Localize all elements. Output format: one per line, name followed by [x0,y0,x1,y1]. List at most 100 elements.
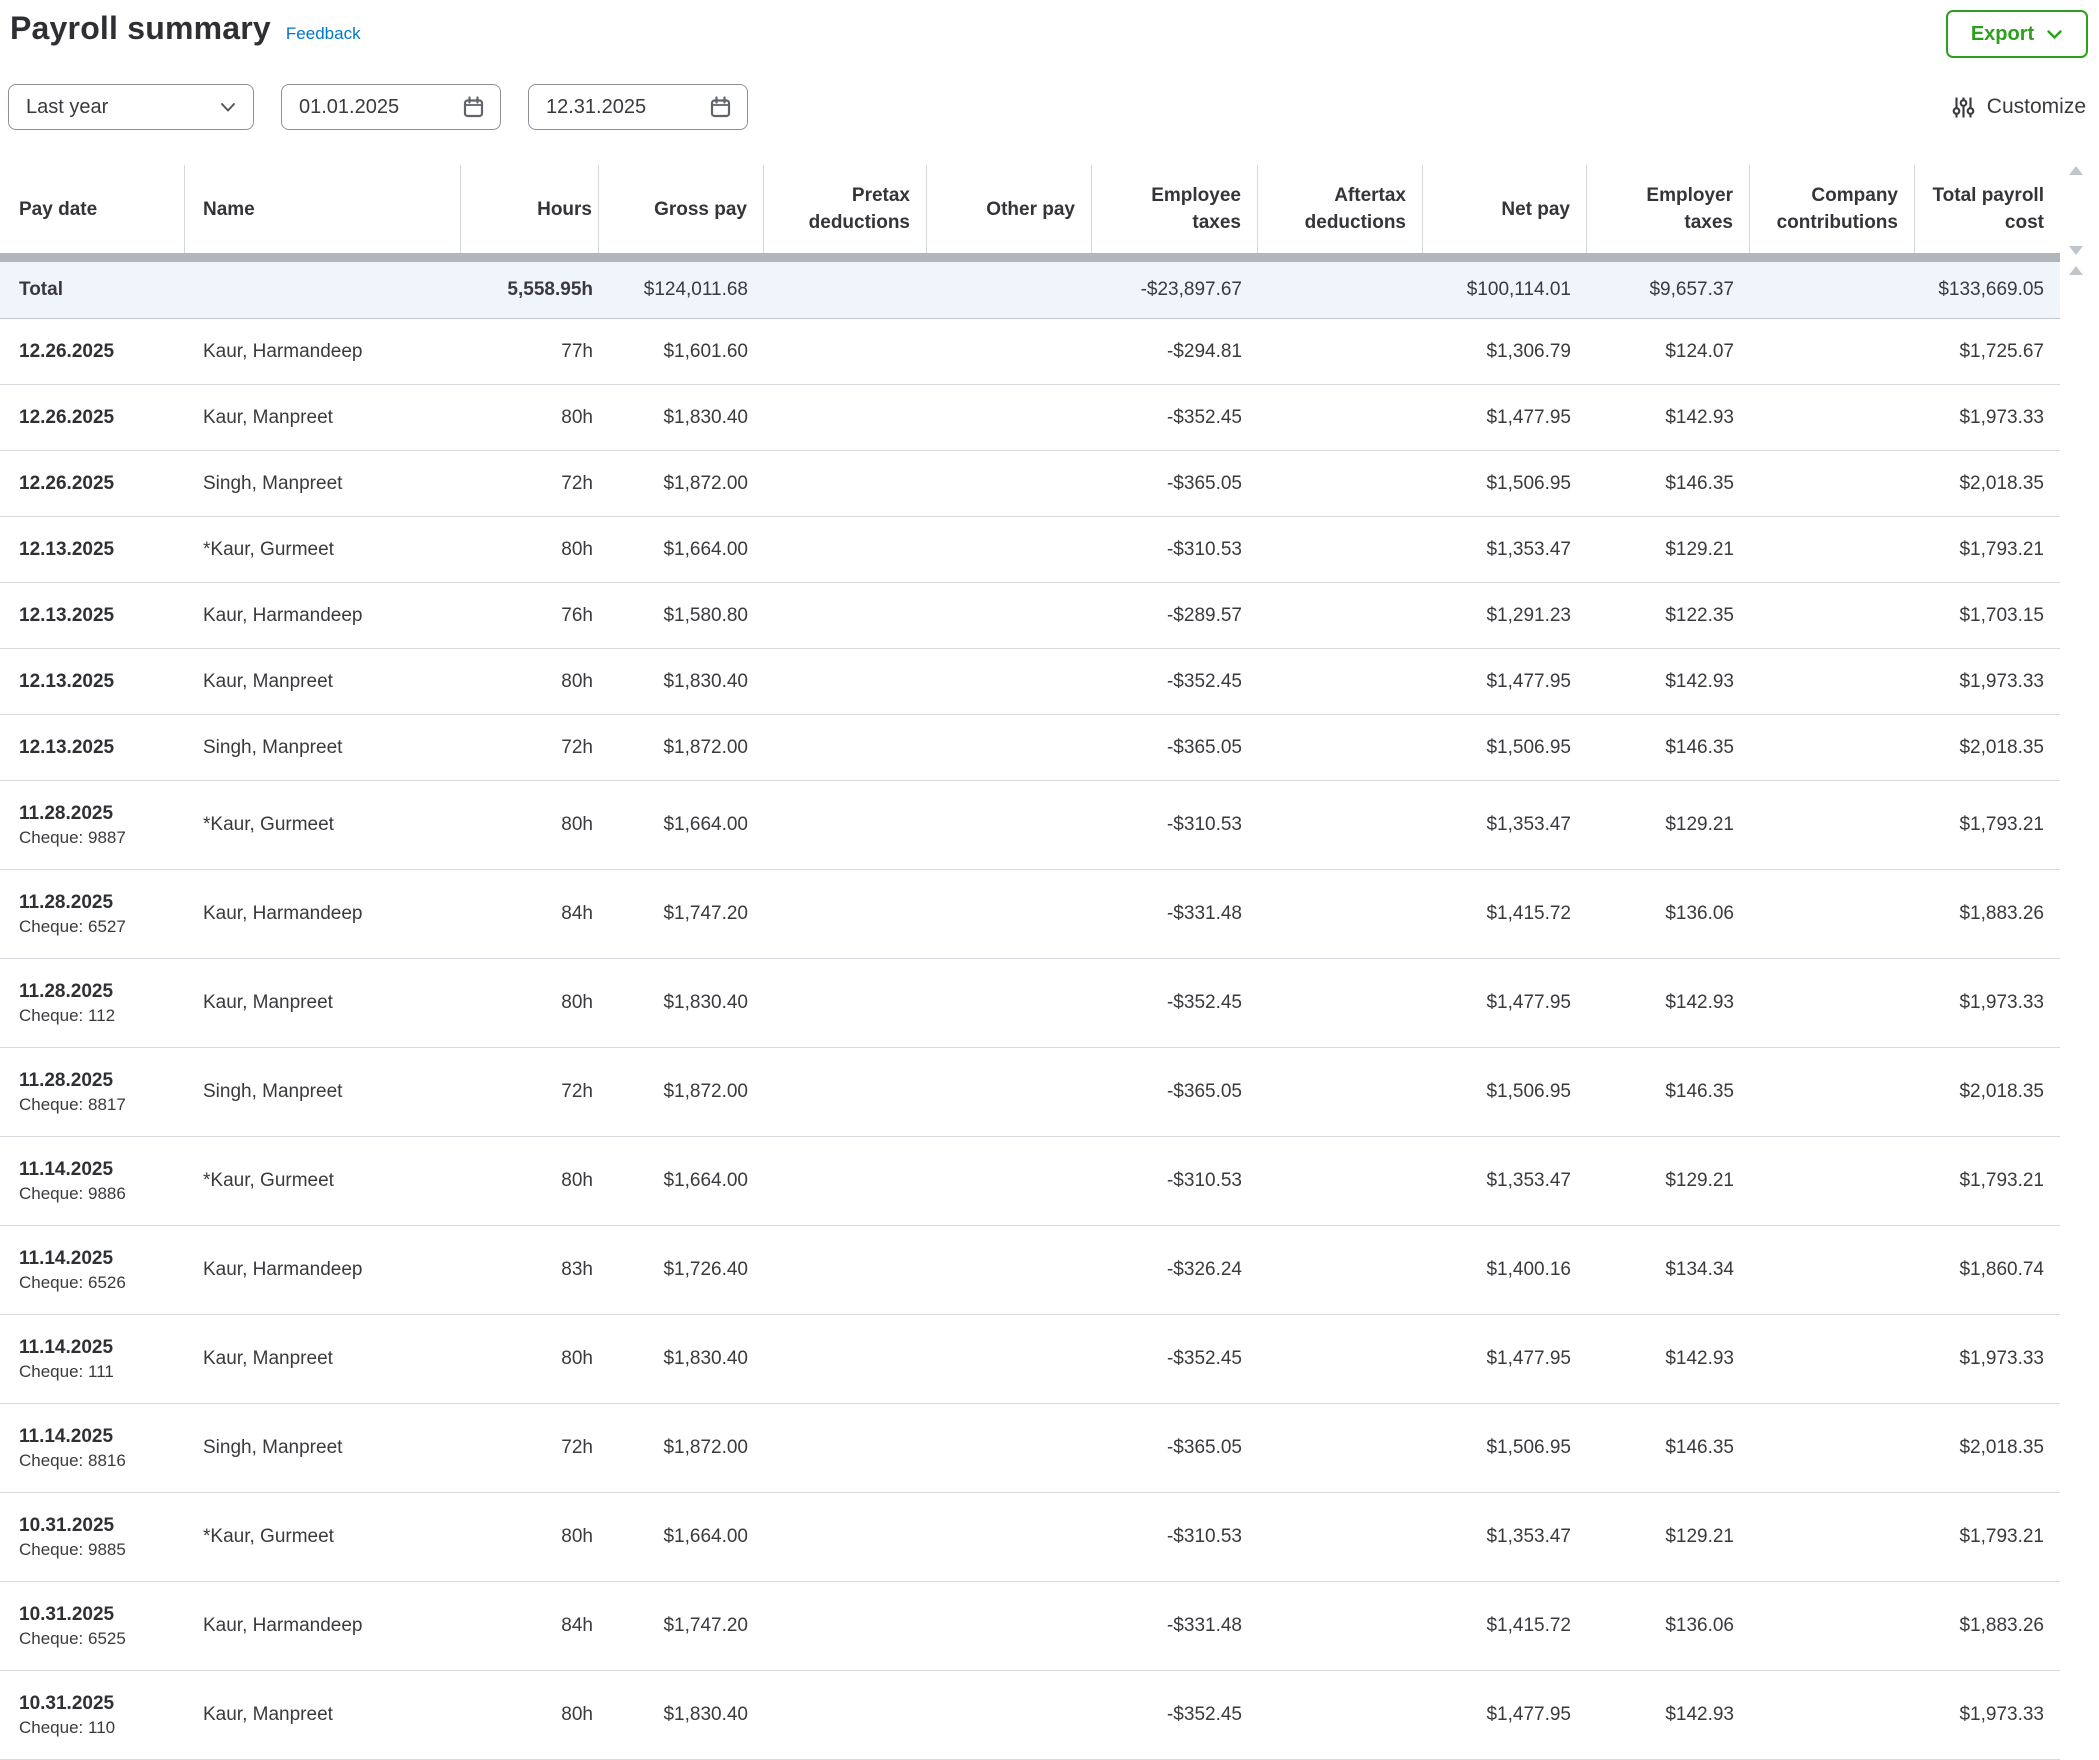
pay-date-value: 11.28.2025 [19,892,185,914]
cell-gross_pay: $1,664.00 [599,539,764,561]
cell-gross_pay: $1,664.00 [599,1526,764,1548]
cell-pay_date: 10.31.2025Cheque: 6525 [0,1604,185,1649]
column-header-employer_taxes: Employer taxes [1587,165,1750,253]
export-button[interactable]: Export [1946,10,2088,58]
cell-pay_date: 11.28.2025Cheque: 6527 [0,892,185,937]
table-row: 11.28.2025Cheque: 9887*Kaur, Gurmeet80h$… [0,781,2060,870]
scroll-down-arrow[interactable] [2069,246,2083,255]
column-header-company_contributions: Company contributions [1750,165,1915,253]
table-body: 12.26.2025Kaur, Harmandeep77h$1,601.60-$… [0,319,2060,1760]
cell-net_pay: $1,291.23 [1423,605,1587,627]
cell-net_pay: $1,477.95 [1423,407,1587,429]
cell-name: *Kaur, Gurmeet [185,1170,461,1192]
cell-hours: 72h [461,1081,599,1103]
pay-date-value: 11.14.2025 [19,1426,185,1448]
export-button-label: Export [1971,23,2034,46]
cell-employer_taxes: $124.07 [1587,341,1750,363]
pay-date-value: 12.13.2025 [19,737,185,759]
column-header-label: Gross pay [654,196,747,223]
cell-hours: 84h [461,1615,599,1637]
cell-gross_pay: $1,830.40 [599,1348,764,1370]
cell-total_payroll_cost: $1,793.21 [1915,1526,2060,1548]
column-header-net_pay: Net pay [1423,165,1587,253]
cell-name: Kaur, Manpreet [185,1348,461,1370]
column-header-label: Name [203,196,255,223]
cell-total_payroll_cost: $1,793.21 [1915,539,2060,561]
scroll-up-arrow[interactable] [2069,166,2083,175]
column-header-label: Other pay [986,196,1075,223]
cell-employer_taxes: $142.93 [1587,992,1750,1014]
table-row: 12.13.2025Kaur, Manpreet80h$1,830.40-$35… [0,649,2060,715]
cell-hours: 80h [461,1348,599,1370]
cell-hours: 80h [461,539,599,561]
column-header-label: Employer taxes [1633,182,1733,236]
cell-employee_taxes: -$352.45 [1092,407,1258,429]
feedback-link[interactable]: Feedback [286,24,361,44]
scroll-up-arrow[interactable] [2069,266,2083,275]
pay-date-value: 12.26.2025 [19,407,185,429]
cell-name: *Kaur, Gurmeet [185,1526,461,1548]
table-row: 11.14.2025Cheque: 9886*Kaur, Gurmeet80h$… [0,1137,2060,1226]
top-bar: Payroll summary Feedback Export [0,0,2099,58]
cell-net_pay: $1,477.95 [1423,671,1587,693]
cell-net_pay: $1,353.47 [1423,814,1587,836]
cell-employer_taxes: $142.93 [1587,671,1750,693]
total-cell-net_pay: $100,114.01 [1423,279,1587,301]
cell-pay_date: 12.13.2025 [0,671,185,693]
table-row: 11.28.2025Cheque: 8817Singh, Manpreet72h… [0,1048,2060,1137]
pay-date-value: 11.28.2025 [19,981,185,1003]
cell-name: Kaur, Manpreet [185,671,461,693]
sliders-icon [1951,95,1976,120]
column-header-label: Pretax deductions [798,182,910,236]
column-header-label: Total payroll cost [1922,182,2044,236]
end-date-value: 12.31.2025 [546,96,646,119]
column-header-name: Name [185,165,461,253]
cell-net_pay: $1,353.47 [1423,1170,1587,1192]
start-date-input[interactable]: 01.01.2025 [281,84,501,130]
cell-name: Kaur, Harmandeep [185,903,461,925]
cell-employee_taxes: -$352.45 [1092,1704,1258,1726]
cell-employee_taxes: -$352.45 [1092,671,1258,693]
pay-date-value: 10.31.2025 [19,1515,185,1537]
cell-net_pay: $1,415.72 [1423,903,1587,925]
cell-net_pay: $1,353.47 [1423,1526,1587,1548]
table-row: 11.28.2025Cheque: 6527Kaur, Harmandeep84… [0,870,2060,959]
cell-pay_date: 12.13.2025 [0,605,185,627]
cell-pay_date: 11.14.2025Cheque: 6526 [0,1248,185,1293]
table-row: 11.14.2025Cheque: 8816Singh, Manpreet72h… [0,1404,2060,1493]
cell-total_payroll_cost: $1,703.15 [1915,605,2060,627]
total-cell-pay_date: Total [0,279,185,301]
cheque-number: Cheque: 8816 [19,1451,185,1471]
cell-employee_taxes: -$310.53 [1092,1526,1258,1548]
column-header-pay_date: Pay date [0,165,185,253]
cell-pay_date: 11.28.2025Cheque: 9887 [0,803,185,848]
filter-bar: Last year 01.01.2025 12.31.2025 [0,84,2099,130]
cell-hours: 80h [461,671,599,693]
cell-gross_pay: $1,872.00 [599,737,764,759]
cell-employee_taxes: -$365.05 [1092,737,1258,759]
cell-gross_pay: $1,872.00 [599,473,764,495]
cell-gross_pay: $1,830.40 [599,992,764,1014]
cell-pay_date: 11.14.2025Cheque: 111 [0,1337,185,1382]
cell-gross_pay: $1,580.80 [599,605,764,627]
pay-date-value: 12.13.2025 [19,671,185,693]
end-date-input[interactable]: 12.31.2025 [528,84,748,130]
cell-employer_taxes: $142.93 [1587,407,1750,429]
cell-total_payroll_cost: $1,725.67 [1915,341,2060,363]
horizontal-scrollbar[interactable] [0,253,2060,262]
cell-net_pay: $1,400.16 [1423,1259,1587,1281]
cell-employee_taxes: -$310.53 [1092,814,1258,836]
cell-name: Singh, Manpreet [185,1081,461,1103]
pay-date-value: 10.31.2025 [19,1604,185,1626]
date-range-select[interactable]: Last year [8,84,254,130]
cell-hours: 80h [461,1526,599,1548]
customize-button[interactable]: Customize [1951,95,2086,120]
column-header-label: Net pay [1501,196,1570,223]
table-row: 12.26.2025Kaur, Harmandeep77h$1,601.60-$… [0,319,2060,385]
cell-hours: 80h [461,1704,599,1726]
horizontal-scrollbar-thumb[interactable] [0,253,2060,262]
pay-date-value: 12.26.2025 [19,473,185,495]
cheque-number: Cheque: 6526 [19,1273,185,1293]
cell-gross_pay: $1,664.00 [599,1170,764,1192]
cell-hours: 80h [461,407,599,429]
